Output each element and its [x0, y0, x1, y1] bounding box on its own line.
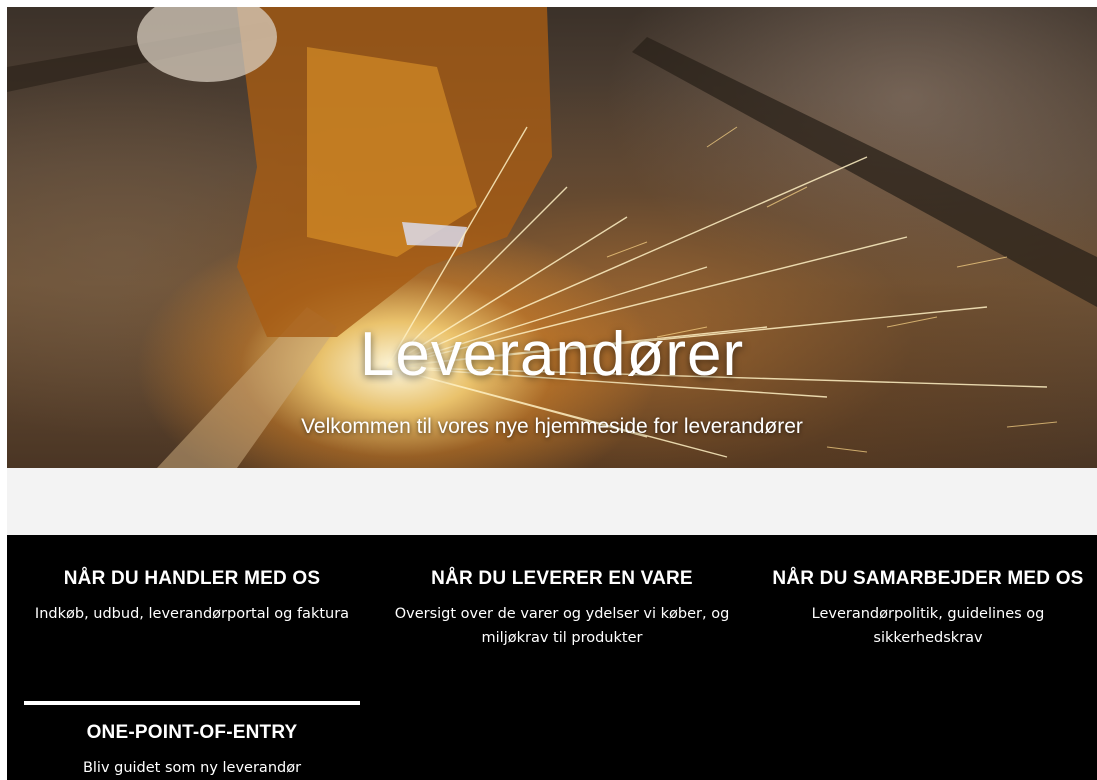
- card-handler-med-os[interactable]: NÅR DU HANDLER MED OS Indkøb, udbud, lev…: [17, 568, 367, 626]
- card-title[interactable]: NÅR DU LEVERER EN VARE: [387, 568, 737, 590]
- card-description: Bliv guidet som ny leverandør: [82, 760, 302, 776]
- hero-subtitle: Velkommen til vores nye hjemmeside for l…: [301, 415, 803, 438]
- active-indicator-bar: [24, 701, 360, 705]
- card-samarbejder-med-os[interactable]: NÅR DU SAMARBEJDER MED OS Leverandørpoli…: [759, 568, 1097, 650]
- card-title[interactable]: ONE-POINT-OF-ENTRY: [24, 722, 360, 744]
- hero-banner: Leverandører Velkommen til vores nye hje…: [7, 7, 1097, 468]
- card-one-point-of-entry[interactable]: ONE-POINT-OF-ENTRY Bliv guidet som ny le…: [24, 701, 360, 780]
- card-leverer-en-vare[interactable]: NÅR DU LEVERER EN VARE Oversigt over de …: [387, 568, 737, 650]
- section-spacer: [7, 468, 1097, 535]
- supplier-links-section: NÅR DU HANDLER MED OS Indkøb, udbud, lev…: [7, 535, 1097, 780]
- card-description: Leverandørpolitik, guidelines og sikkerh…: [811, 606, 1045, 646]
- hero-title: Leverandører: [359, 320, 745, 389]
- card-title[interactable]: NÅR DU HANDLER MED OS: [17, 568, 367, 590]
- hero-image-welder-sparks: [7, 7, 1097, 468]
- card-description: Indkøb, udbud, leverandørportal og faktu…: [34, 606, 350, 622]
- card-description: Oversigt over de varer og ydelser vi køb…: [394, 606, 730, 646]
- card-title[interactable]: NÅR DU SAMARBEJDER MED OS: [759, 568, 1097, 590]
